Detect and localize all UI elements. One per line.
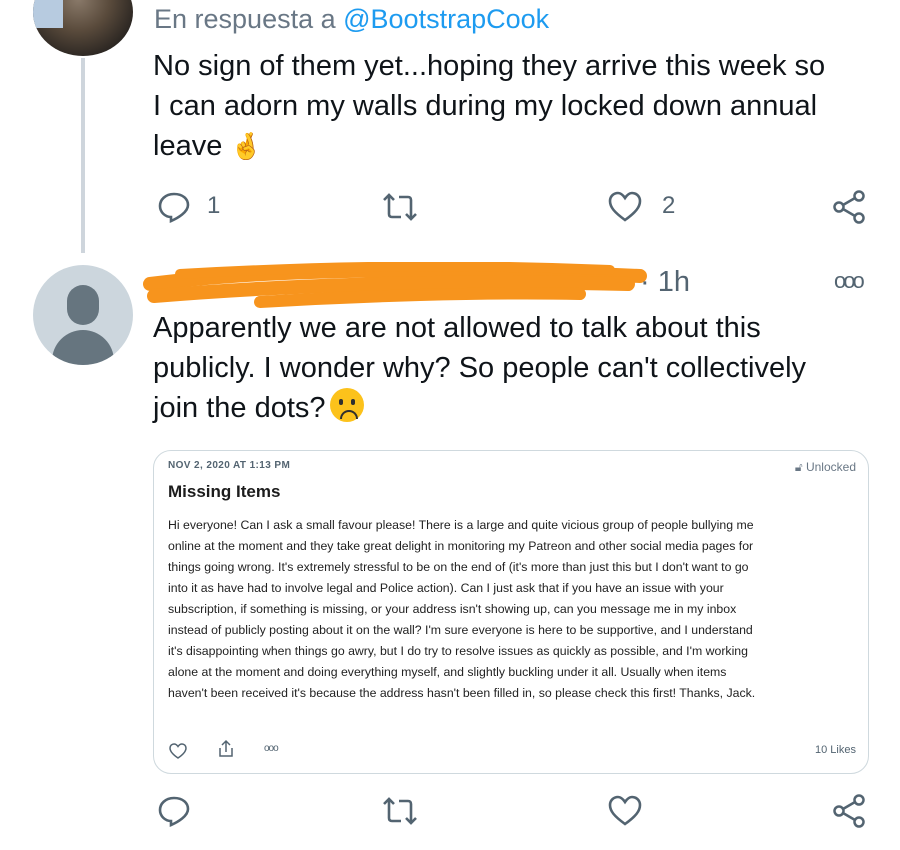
card-more-icon[interactable]: ooo [264, 743, 279, 754]
unlock-icon: 🔓︎ [794, 460, 803, 474]
sad-face-emoji [329, 388, 364, 422]
reply-icon[interactable] [157, 794, 191, 828]
tweet-line: No sign of them yet...hoping they arrive… [153, 50, 826, 82]
post-title: Missing Items [168, 482, 281, 501]
post-body-line: Hi everyone! Can I ask a small favour pl… [168, 518, 754, 532]
post-body: Hi everyone! Can I ask a small favour pl… [168, 515, 858, 704]
tweet-line: publicly. I wonder why? So people can't … [153, 352, 807, 384]
heart-icon[interactable] [168, 741, 188, 761]
share-icon[interactable] [832, 794, 866, 828]
tweet-text: Apparently we are not allowed to talk ab… [153, 308, 873, 428]
likes-count: 10 Likes [815, 744, 856, 756]
tweet-line: join the dots? [153, 392, 326, 424]
redaction-scribble [143, 262, 647, 308]
default-avatar[interactable] [33, 265, 133, 365]
retweet-icon[interactable] [383, 190, 417, 224]
post-date: NOV 2, 2020 AT 1:13 PM [168, 460, 291, 471]
post-body-line: haven't been received it's because the a… [168, 686, 756, 700]
tweet-line: I can adorn my walls during my locked do… [153, 90, 818, 122]
post-body-line: alone at the moment and doing everything… [168, 665, 727, 679]
reply-count: 1 [207, 192, 221, 219]
like-count: 2 [662, 192, 676, 219]
post-body-line: it's disappointing when things go awry, … [168, 644, 748, 658]
tweet-timestamp[interactable]: · 1h [640, 266, 690, 299]
embedded-post-card[interactable]: NOV 2, 2020 AT 1:13 PM 🔓︎ Unlocked Missi… [153, 450, 869, 774]
avatar[interactable] [33, 0, 133, 56]
upload-share-icon[interactable] [216, 739, 236, 759]
share-icon[interactable] [832, 190, 866, 224]
reply-context: En respuesta a @BootstrapCook [154, 4, 549, 35]
post-body-line: subscription, if something is missing, o… [168, 602, 737, 616]
crossed-fingers-emoji: 🤞 [230, 131, 263, 161]
post-body-line: things going wrong. It's extremely stres… [168, 560, 749, 574]
reply-handle-link[interactable]: @BootstrapCook [343, 4, 549, 34]
post-body-line: instead of publicly posting about it on … [168, 623, 753, 637]
more-options-icon[interactable]: ooo [834, 268, 865, 294]
post-body-line: online at the moment and they take great… [168, 539, 754, 553]
post-body-line: into it as have had to involve legal and… [168, 581, 724, 595]
reply-prefix: En respuesta a [154, 4, 344, 34]
tweet-text: No sign of them yet...hoping they arrive… [153, 46, 873, 166]
tweet-line: leave [153, 130, 223, 162]
retweet-icon[interactable] [383, 794, 417, 828]
unlocked-badge: 🔓︎ Unlocked [794, 460, 856, 474]
tweet-line: Apparently we are not allowed to talk ab… [153, 312, 761, 344]
like-icon[interactable] [608, 190, 642, 224]
thread-line [81, 58, 85, 253]
like-icon[interactable] [608, 794, 642, 828]
reply-icon[interactable] [157, 190, 191, 224]
